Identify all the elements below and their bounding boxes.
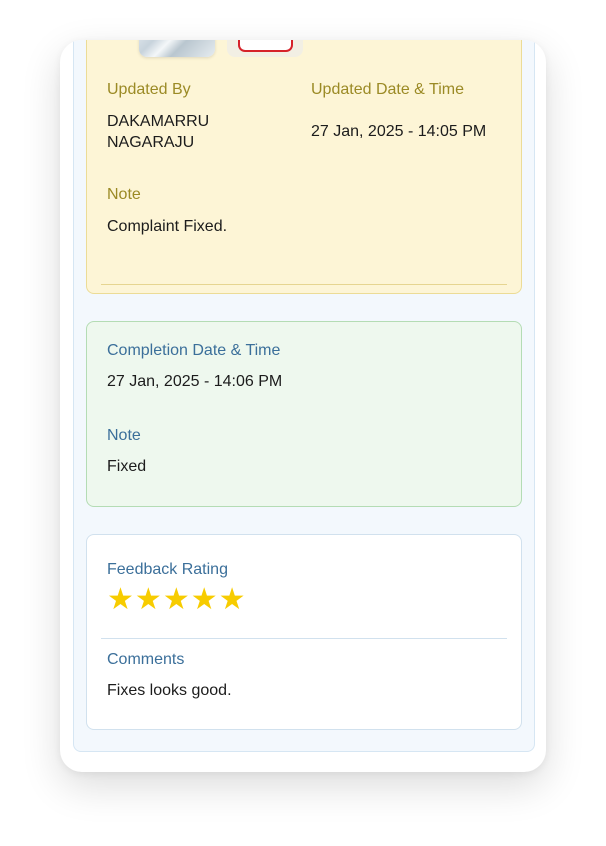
completion-note-value: Fixed bbox=[107, 458, 147, 475]
update-note-label: Note bbox=[107, 186, 141, 203]
star-icon: ★ bbox=[190, 582, 218, 617]
completion-datetime-value: 27 Jan, 2025 - 14:06 PM bbox=[107, 373, 283, 390]
star-icon: ★ bbox=[162, 582, 190, 617]
star-icon: ★ bbox=[134, 582, 162, 617]
star-icon: ★ bbox=[218, 582, 246, 617]
feedback-section: Feedback Rating ★ ★ ★ ★ ★ Comments Fixes loo… bbox=[86, 534, 522, 730]
pdf-file-icon[interactable]: PDF bbox=[238, 40, 293, 52]
updated-by-value-line1: DAKAMARRU bbox=[107, 113, 210, 130]
updated-datetime-label: Updated Date & Time bbox=[311, 81, 464, 98]
completion-datetime-label: Completion Date & Time bbox=[107, 342, 281, 359]
section-divider bbox=[101, 284, 507, 285]
updated-by-value-line2: NAGARAJU bbox=[107, 134, 195, 151]
star-rating: ★ ★ ★ ★ ★ bbox=[107, 585, 247, 615]
updated-by-label: Updated By bbox=[107, 81, 191, 98]
comments-label: Comments bbox=[107, 651, 185, 668]
completion-note-label: Note bbox=[107, 427, 141, 444]
star-icon: ★ bbox=[107, 582, 134, 617]
comments-value: Fixes looks good. bbox=[107, 682, 232, 699]
completion-section: Completion Date & Time 27 Jan, 2025 - 14… bbox=[86, 321, 522, 507]
detail-card: PDF Updated By DAKAMARRU NAGARAJU Update… bbox=[60, 40, 546, 772]
feedback-divider bbox=[101, 638, 507, 639]
update-note-value: Complaint Fixed. bbox=[107, 218, 228, 235]
feedback-rating-label: Feedback Rating bbox=[107, 561, 228, 578]
update-section: PDF Updated By DAKAMARRU NAGARAJU Update… bbox=[86, 40, 522, 294]
image-thumbnail-icon[interactable] bbox=[139, 40, 215, 57]
updated-datetime-value: 27 Jan, 2025 - 14:05 PM bbox=[311, 123, 487, 140]
